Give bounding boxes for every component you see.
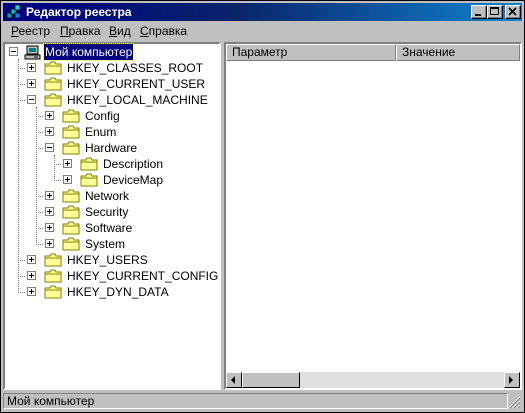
menu-registry[interactable]: Реестр — [11, 24, 50, 38]
expand-icon[interactable] — [27, 271, 36, 280]
tree-node-my-computer[interactable]: Мой компьютер — [5, 43, 219, 61]
column-header-name[interactable]: Параметр — [226, 44, 396, 61]
values-list[interactable]: Параметр Значение — [224, 42, 522, 390]
tree-node-description[interactable]: Description — [5, 156, 219, 172]
resize-grip-icon[interactable] — [508, 396, 521, 409]
menu-view[interactable]: Вид — [109, 24, 131, 38]
tree-label[interactable]: Hardware — [84, 140, 138, 156]
tree-label[interactable]: HKEY_CURRENT_USER — [66, 76, 206, 92]
close-button[interactable] — [505, 5, 521, 19]
menu-bar: Реестр Правка Вид Справка — [3, 22, 522, 41]
window-title: Редактор реестра — [26, 5, 132, 19]
tree-label[interactable]: Software — [84, 220, 133, 236]
open-folder-icon — [62, 141, 80, 155]
menu-edit[interactable]: Правка — [60, 24, 101, 38]
registry-editor-window: Редактор реестра Реестр Правка Вид Справ… — [0, 0, 525, 413]
tree-node-network[interactable]: Network — [5, 188, 219, 204]
collapse-icon[interactable] — [45, 143, 54, 152]
maximize-icon — [490, 7, 499, 15]
expand-icon[interactable] — [45, 239, 54, 248]
status-bar: Мой компьютер — [3, 392, 522, 410]
scroll-left-button[interactable] — [226, 372, 242, 388]
registry-editor-icon[interactable] — [6, 4, 22, 20]
expand-icon[interactable] — [45, 223, 54, 232]
registry-tree[interactable]: Мой компьютер HKEY_CLASSES_ROOT HKEY_CUR… — [3, 42, 221, 390]
minimize-button[interactable] — [471, 5, 487, 19]
tree-node-hkey-local-machine[interactable]: HKEY_LOCAL_MACHINE — [5, 92, 219, 108]
menu-help[interactable]: Справка — [140, 24, 187, 38]
tree-label[interactable]: HKEY_LOCAL_MACHINE — [66, 92, 209, 108]
status-text: Мой компьютер — [3, 393, 508, 409]
tree-node-security[interactable]: Security — [5, 204, 219, 220]
arrow-right-icon — [509, 376, 513, 384]
computer-icon — [24, 45, 41, 60]
horizontal-scrollbar[interactable] — [226, 372, 520, 388]
expand-icon[interactable] — [45, 191, 54, 200]
folder-icon — [62, 221, 80, 235]
tree-label[interactable]: Description — [102, 156, 164, 172]
column-header-value[interactable]: Значение — [396, 44, 520, 61]
folder-icon — [62, 109, 80, 123]
tree-label[interactable]: Config — [84, 108, 121, 124]
folder-icon — [62, 125, 80, 139]
tree-label[interactable]: System — [84, 236, 126, 252]
folder-icon — [80, 157, 98, 171]
tree-label[interactable]: Security — [84, 204, 129, 220]
folder-icon — [62, 189, 80, 203]
expand-icon[interactable] — [27, 255, 36, 264]
expand-icon[interactable] — [45, 127, 54, 136]
minimize-icon — [475, 14, 481, 16]
expand-icon[interactable] — [27, 63, 36, 72]
tree-node-hkey-users[interactable]: HKEY_USERS — [5, 252, 219, 268]
expand-icon[interactable] — [45, 111, 54, 120]
tree-node-devicemap[interactable]: DeviceMap — [5, 172, 219, 188]
folder-icon — [44, 285, 62, 299]
title-bar[interactable]: Редактор реестра — [3, 3, 522, 21]
expand-icon[interactable] — [63, 175, 72, 184]
collapse-icon[interactable] — [27, 95, 36, 104]
scrollbar-thumb[interactable] — [242, 372, 300, 388]
collapse-icon[interactable] — [9, 47, 18, 56]
tree-node-hkey-dyn-data[interactable]: HKEY_DYN_DATA — [5, 284, 219, 300]
folder-icon — [62, 205, 80, 219]
tree-node-software[interactable]: Software — [5, 220, 219, 236]
open-folder-icon — [44, 93, 62, 107]
tree-label[interactable]: Network — [84, 188, 130, 204]
folder-icon — [44, 61, 62, 75]
expand-icon[interactable] — [27, 287, 36, 296]
tree-node-hkey-classes-root[interactable]: HKEY_CLASSES_ROOT — [5, 60, 219, 76]
expand-icon[interactable] — [27, 79, 36, 88]
arrow-left-icon — [231, 376, 235, 384]
expand-icon[interactable] — [63, 159, 72, 168]
tree-label[interactable]: HKEY_CLASSES_ROOT — [66, 60, 204, 76]
expand-icon[interactable] — [45, 207, 54, 216]
scroll-right-button[interactable] — [504, 372, 520, 388]
maximize-button[interactable] — [487, 5, 503, 19]
tree-node-hardware[interactable]: Hardware — [5, 140, 219, 156]
folder-icon — [62, 237, 80, 251]
tree-label[interactable]: HKEY_CURRENT_CONFIG — [66, 268, 219, 284]
folder-icon — [80, 173, 98, 187]
tree-label[interactable]: Enum — [84, 124, 117, 140]
tree-label[interactable]: HKEY_DYN_DATA — [66, 284, 170, 300]
folder-icon — [44, 269, 62, 283]
tree-node-enum[interactable]: Enum — [5, 124, 219, 140]
tree-label-my-computer[interactable]: Мой компьютер — [42, 43, 135, 61]
tree-node-hkey-current-user[interactable]: HKEY_CURRENT_USER — [5, 76, 219, 92]
tree-node-config[interactable]: Config — [5, 108, 219, 124]
folder-icon — [44, 253, 62, 267]
folder-icon — [44, 77, 62, 91]
tree-label[interactable]: HKEY_USERS — [66, 252, 149, 268]
tree-node-hkey-current-config[interactable]: HKEY_CURRENT_CONFIG — [5, 268, 219, 284]
tree-node-system[interactable]: System — [5, 236, 219, 252]
close-icon — [508, 7, 517, 16]
tree-label[interactable]: DeviceMap — [102, 172, 164, 188]
